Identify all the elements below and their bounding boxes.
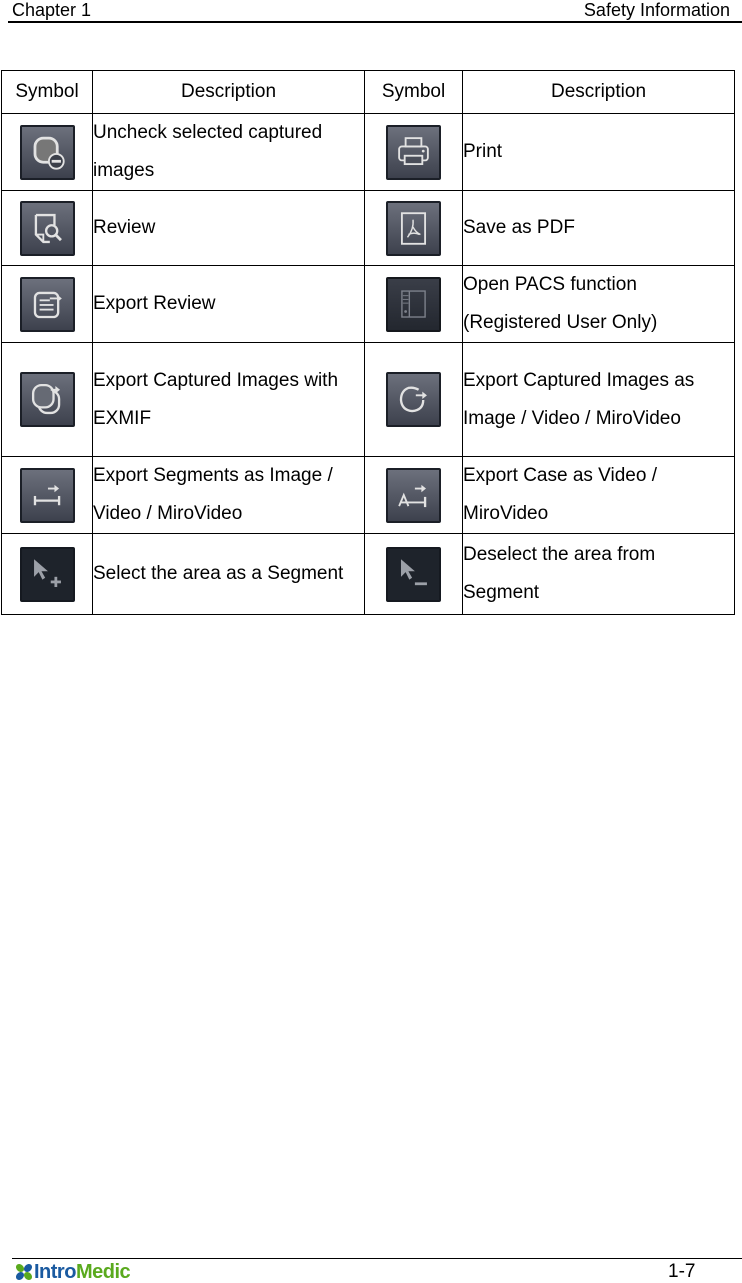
section-title: Safety Information (583, 0, 730, 20)
pacs-icon (386, 276, 441, 332)
description-cell: Export Case as Video / MiroVideo (462, 456, 735, 534)
header-divider (8, 21, 742, 23)
clover-logo-icon (15, 1263, 33, 1281)
column-header: Description (92, 70, 365, 114)
review-icon (19, 200, 75, 256)
deselect-area-segment-icon (386, 546, 441, 602)
table-row: Export Review Open PACS function (Regist… (1, 265, 735, 343)
page-header: Chapter 1 Safety Information (12, 0, 730, 22)
description-cell: Export Captured Images as Image / Video … (462, 342, 735, 457)
column-header: Description (462, 70, 735, 114)
chapter-label: Chapter 1 (12, 0, 92, 20)
description-cell: Print (462, 113, 735, 191)
select-area-segment-icon (19, 546, 75, 602)
description-cell: Uncheck selected captured images (92, 113, 365, 191)
page-number: 1-7 (668, 1261, 696, 1282)
export-case-icon (386, 467, 441, 523)
logo-text-intro: Intro (34, 1261, 76, 1283)
save-pdf-icon (386, 200, 441, 256)
export-segments-icon (19, 467, 75, 523)
logo-text-medic: Medic (75, 1261, 131, 1283)
table-row: Uncheck selected captured images Print (1, 113, 735, 191)
table-row: Export Captured Images with EXMIF Export… (1, 342, 735, 457)
table-header-row: Symbol Description Symbol Description (1, 70, 735, 114)
export-captured-images-icon (386, 372, 441, 427)
description-cell: Export Review (92, 265, 365, 343)
column-header: Symbol (1, 70, 93, 114)
column-header: Symbol (364, 70, 463, 114)
table-row: Review Save as PDF (1, 190, 735, 266)
footer-divider (12, 1258, 742, 1259)
description-cell: Open PACS function (Registered User Only… (462, 265, 735, 343)
description-cell: Deselect the area from Segment (462, 533, 735, 615)
description-cell: Save as PDF (462, 190, 735, 266)
symbol-table: Symbol Description Symbol Description Un… (1, 70, 735, 615)
table-row: Select the area as a Segment Deselect th… (1, 533, 735, 615)
intromedic-logo: Intro Medic (14, 1261, 131, 1283)
description-cell: Export Captured Images with EXMIF (92, 342, 365, 457)
print-icon (386, 124, 441, 180)
description-cell: Export Segments as Image / Video / MiroV… (92, 456, 365, 534)
description-cell: Review (92, 190, 365, 266)
export-review-icon (19, 276, 75, 332)
table-row: Export Segments as Image / Video / MiroV… (1, 456, 735, 534)
export-captured-exmif-icon (19, 372, 75, 427)
description-cell: Select the area as a Segment (92, 533, 365, 615)
uncheck-captured-images-icon (19, 124, 75, 180)
